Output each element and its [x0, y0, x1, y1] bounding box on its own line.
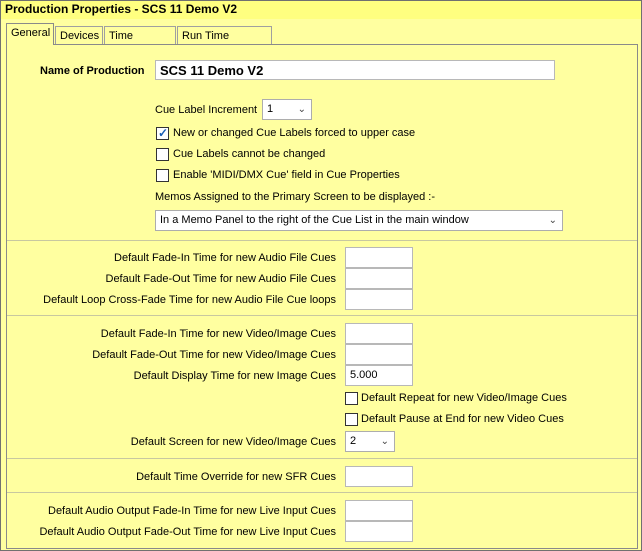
chevron-down-icon: ⌄ [380, 436, 389, 447]
audio-fade-in-input[interactable] [345, 247, 413, 268]
midi-dmx-label: Enable 'MIDI/DMX Cue' field in Cue Prope… [173, 169, 400, 181]
production-name-label: Name of Production [40, 65, 145, 77]
default-screen-select[interactable]: 2 ⌄ [345, 431, 395, 452]
audio-loop-xfade-label: Default Loop Cross-Fade Time for new Aud… [43, 294, 336, 306]
cannot-change-checkbox[interactable] [156, 148, 169, 161]
memos-value: In a Memo Panel to the right of the Cue … [160, 214, 469, 226]
sfr-override-label: Default Time Override for new SFR Cues [136, 471, 336, 483]
video-fade-out-label: Default Fade-Out Time for new Video/Imag… [92, 349, 336, 361]
sfr-override-input[interactable] [345, 466, 413, 487]
live-input-fade-out-input[interactable] [345, 521, 413, 542]
separator [7, 492, 637, 493]
separator [7, 240, 637, 241]
separator [7, 458, 637, 459]
title-bar: Production Properties - SCS 11 Demo V2 [1, 1, 641, 19]
live-input-fade-out-label: Default Audio Output Fade-Out Time for n… [39, 526, 336, 538]
repeat-video-checkbox[interactable] [345, 392, 358, 405]
tab-time-profiles[interactable]: Time Profiles [104, 26, 176, 60]
audio-loop-xfade-input[interactable] [345, 289, 413, 310]
upper-case-label: New or changed Cue Labels forced to uppe… [173, 127, 416, 139]
upper-case-checkbox[interactable]: ✓ [156, 126, 169, 140]
tab-bar: General Devices Time Profiles Run Time S… [1, 23, 641, 60]
memos-label: Memos Assigned to the Primary Screen to … [155, 191, 436, 203]
default-screen-label: Default Screen for new Video/Image Cues [130, 436, 336, 448]
production-properties-window: Production Properties - SCS 11 Demo V2 G… [0, 0, 642, 551]
video-fade-out-input[interactable] [345, 344, 413, 365]
window-title: Production Properties - SCS 11 Demo V2 [5, 2, 238, 16]
cue-label-increment-value: 1 [267, 103, 274, 115]
pause-end-checkbox[interactable] [345, 413, 358, 426]
general-tab-panel: Name of Production SCS 11 Demo V2 Cue La… [6, 44, 638, 549]
pause-end-label: Default Pause at End for new Video Cues [361, 413, 564, 425]
display-time-label: Default Display Time for new Image Cues [133, 370, 336, 382]
video-fade-in-label: Default Fade-In Time for new Video/Image… [100, 328, 336, 340]
cue-label-increment-select[interactable]: 1 ⌄ [262, 99, 312, 120]
audio-fade-out-label: Default Fade-Out Time for new Audio File… [105, 273, 337, 285]
chevron-down-icon: ⌄ [548, 215, 557, 226]
tab-general[interactable]: General [6, 23, 54, 45]
tab-run-time-settings[interactable]: Run Time Settings [177, 26, 272, 60]
chevron-down-icon: ⌄ [297, 104, 306, 115]
display-time-input[interactable]: 5.000 [345, 365, 413, 386]
default-screen-value: 2 [350, 435, 357, 447]
video-fade-in-input[interactable] [345, 323, 413, 344]
cue-label-increment-label: Cue Label Increment [155, 104, 258, 116]
tab-devices[interactable]: Devices [55, 26, 103, 45]
checkmark-icon: ✓ [158, 126, 169, 140]
memos-select[interactable]: In a Memo Panel to the right of the Cue … [155, 210, 563, 231]
audio-fade-in-label: Default Fade-In Time for new Audio File … [114, 252, 336, 264]
live-input-fade-in-label: Default Audio Output Fade-In Time for ne… [48, 505, 336, 517]
repeat-video-label: Default Repeat for new Video/Image Cues [361, 392, 567, 404]
live-input-fade-in-input[interactable] [345, 500, 413, 521]
cannot-change-label: Cue Labels cannot be changed [173, 148, 326, 160]
production-name-input[interactable]: SCS 11 Demo V2 [155, 60, 555, 80]
midi-dmx-checkbox[interactable] [156, 169, 169, 182]
audio-fade-out-input[interactable] [345, 268, 413, 289]
separator [7, 315, 637, 316]
